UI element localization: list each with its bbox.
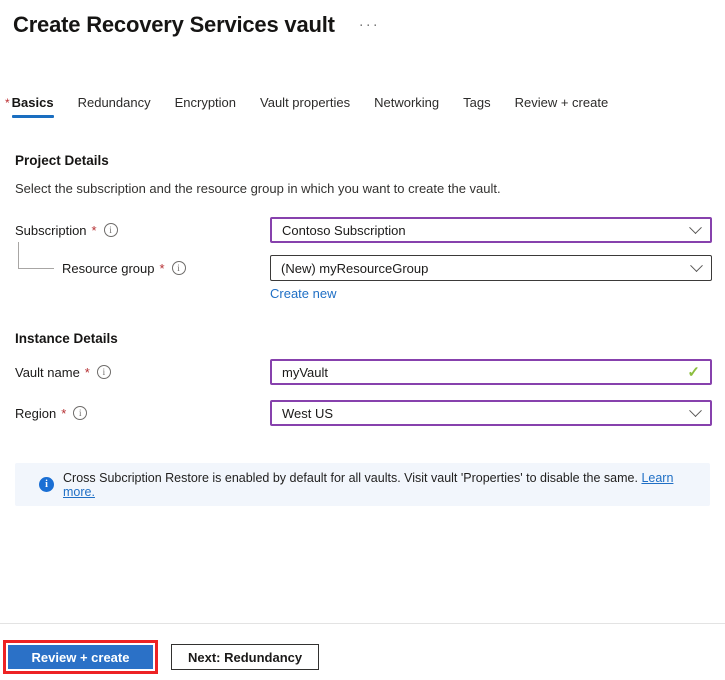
- info-banner-text: Cross Subcription Restore is enabled by …: [63, 470, 674, 499]
- resource-group-row: Resource group * i (New) myResourceGroup: [0, 242, 725, 281]
- region-label: Region * i: [15, 400, 88, 426]
- info-icon[interactable]: i: [171, 261, 186, 275]
- tab-label: Networking: [374, 95, 440, 110]
- info-banner: i Cross Subcription Restore is enabled b…: [15, 463, 710, 506]
- subscription-value: Contoso Subscription: [282, 222, 406, 238]
- region-value: West US: [282, 405, 334, 421]
- vault-name-input[interactable]: [282, 364, 688, 380]
- red-highlight-annotation: Review + create: [3, 640, 158, 674]
- next-redundancy-button[interactable]: Next: Redundancy: [171, 644, 320, 670]
- subscription-row: Subscription * i Contoso Subscription: [0, 217, 725, 243]
- vault-name-row: Vault name * i ✓: [0, 359, 725, 385]
- project-details-description: Select the subscription and the resource…: [15, 181, 501, 196]
- project-details-heading: Project Details: [15, 153, 109, 168]
- page-header: Create Recovery Services vault ···: [13, 12, 725, 38]
- tab-basics[interactable]: * Basics: [5, 95, 54, 118]
- vault-name-field-wrapper: ✓: [270, 359, 712, 385]
- chevron-down-icon: [690, 258, 703, 272]
- more-options-icon[interactable]: ···: [355, 17, 384, 32]
- tab-review-create[interactable]: Review + create: [515, 95, 609, 116]
- tab-label: Review + create: [514, 95, 609, 110]
- tab-strip: * Basics Redundancy Encryption Vault pro…: [5, 95, 725, 118]
- required-asterisk: *: [159, 260, 165, 276]
- required-asterisk: *: [91, 222, 97, 238]
- tab-label: Tags: [463, 95, 491, 110]
- vault-name-label: Vault name * i: [15, 359, 111, 385]
- create-new-link[interactable]: Create new: [270, 286, 336, 301]
- page-title: Create Recovery Services vault: [13, 12, 335, 37]
- tab-label: Encryption: [174, 95, 237, 110]
- chevron-down-icon: [689, 220, 702, 234]
- required-asterisk: *: [61, 405, 67, 421]
- resource-group-value: (New) myResourceGroup: [281, 260, 429, 276]
- info-icon[interactable]: i: [96, 365, 111, 379]
- subscription-dropdown[interactable]: Contoso Subscription: [270, 217, 712, 243]
- info-icon[interactable]: i: [103, 223, 118, 237]
- tab-label: Vault properties: [260, 95, 351, 110]
- tree-connector-line: [18, 242, 54, 269]
- subscription-label: Subscription * i: [15, 217, 118, 243]
- chevron-down-icon: [689, 403, 702, 417]
- instance-details-heading: Instance Details: [15, 331, 118, 346]
- region-dropdown[interactable]: West US: [270, 400, 712, 426]
- tab-networking[interactable]: Networking: [374, 95, 439, 116]
- tab-redundancy[interactable]: Redundancy: [78, 95, 151, 116]
- region-row: Region * i West US: [0, 400, 725, 426]
- info-banner-icon: i: [39, 477, 54, 492]
- footer-bar: Review + create Next: Redundancy: [0, 624, 725, 674]
- required-asterisk: *: [5, 96, 10, 110]
- required-asterisk: *: [84, 364, 90, 380]
- valid-checkmark-icon: ✓: [687, 364, 700, 381]
- review-create-button[interactable]: Review + create: [8, 645, 153, 669]
- tab-label: Basics: [11, 95, 54, 118]
- tab-tags[interactable]: Tags: [463, 95, 490, 116]
- resource-group-label: Resource group * i: [62, 255, 186, 281]
- info-icon[interactable]: i: [73, 406, 88, 420]
- resource-group-dropdown[interactable]: (New) myResourceGroup: [270, 255, 712, 281]
- tab-encryption[interactable]: Encryption: [175, 95, 236, 116]
- tab-vault-properties[interactable]: Vault properties: [260, 95, 350, 116]
- tab-label: Redundancy: [77, 95, 151, 110]
